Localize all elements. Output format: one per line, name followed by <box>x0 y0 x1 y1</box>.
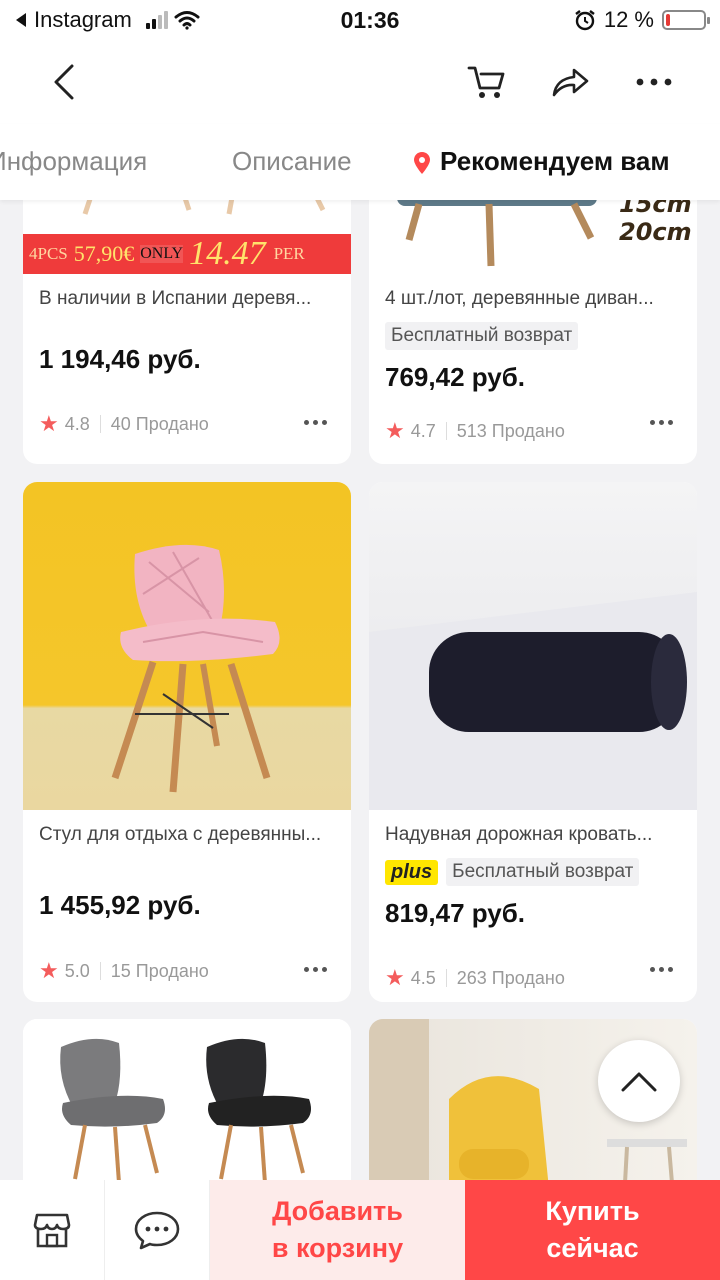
free-return-badge: Бесплатный возврат <box>446 858 640 886</box>
recommendation-grid: 4PCS 57,90€ ONLY 14.47 PER В наличии в И… <box>0 200 720 1180</box>
battery-level <box>666 14 671 26</box>
more-dots-icon[interactable] <box>304 420 327 425</box>
more-dots-icon[interactable] <box>304 967 327 972</box>
star-icon: ★ <box>39 411 59 436</box>
product-meta: ★ 5.0 15 Продано <box>39 958 209 984</box>
product-badges: plus Бесплатный возврат <box>385 858 640 886</box>
banner-only: ONLY <box>140 245 184 263</box>
product-sold: 40 Продано <box>110 413 209 434</box>
bottom-action-bar: Добавить в корзину Купить сейчас <box>0 1180 720 1280</box>
banner-old-price: 57,90€ <box>73 241 135 266</box>
free-return-badge: Бесплатный возврат <box>385 322 579 350</box>
top-nav-bar <box>0 40 720 124</box>
tab-recommend-label: Рекомендуем вам <box>440 146 670 176</box>
plus-badge: plus <box>385 859 439 885</box>
star-icon: ★ <box>39 958 59 983</box>
product-title: 4 шт./лот, деревянные диван... <box>385 288 654 309</box>
product-card[interactable]: 4PCS 57,90€ ONLY 14.47 PER В наличии в И… <box>23 200 351 464</box>
product-card[interactable] <box>23 1019 351 1180</box>
product-meta: ★ 4.8 40 Продано <box>39 411 209 437</box>
size-label: 20cm <box>619 218 692 246</box>
product-image[interactable] <box>23 482 351 810</box>
product-rating: 4.5 <box>410 967 436 988</box>
star-icon: ★ <box>385 418 405 443</box>
battery-icon <box>662 10 710 30</box>
product-title: Надувная дорожная кровать... <box>385 824 653 845</box>
pink-chair-image <box>111 544 280 793</box>
back-app-label[interactable]: Instagram <box>34 7 132 33</box>
status-right: 12 % <box>506 7 710 33</box>
back-triangle-icon[interactable] <box>14 12 28 28</box>
banner-price: 14.47 <box>189 235 266 272</box>
divider <box>445 422 447 440</box>
product-title: В наличии в Испании деревя... <box>39 288 312 309</box>
chat-button[interactable] <box>105 1180 210 1280</box>
product-card[interactable]: Надувная дорожная кровать... plus Беспла… <box>369 482 697 1002</box>
add-to-cart-label-line1: Добавить <box>272 1196 403 1226</box>
more-dots-icon[interactable] <box>650 420 673 425</box>
star-icon: ★ <box>385 965 405 990</box>
cart-icon <box>467 66 505 98</box>
banner-qty: 4PCS <box>29 244 68 263</box>
clock: 01:36 <box>340 6 400 33</box>
add-to-cart-label-line2: в корзину <box>271 1233 404 1263</box>
promo-banner: 4PCS 57,90€ ONLY 14.47 PER <box>23 234 351 274</box>
banner-per: PER <box>273 244 305 263</box>
inflatable-bed-image <box>369 592 697 810</box>
tab-description[interactable]: Описание <box>232 146 352 177</box>
product-badges: Бесплатный возврат <box>385 322 579 350</box>
product-image[interactable]: 4PCS 57,90€ ONLY 14.47 PER <box>23 200 351 274</box>
product-card[interactable]: 8cm 15cm 20cm 4 шт./лот, деревянные дива… <box>369 200 697 464</box>
product-title: Стул для отдыха с деревянны... <box>39 824 322 845</box>
product-image[interactable]: 8cm 15cm 20cm <box>369 200 697 274</box>
product-meta: ★ 4.7 513 Продано <box>385 418 565 444</box>
product-sold: 513 Продано <box>456 420 565 441</box>
add-to-cart-button[interactable]: Добавить в корзину <box>210 1180 465 1280</box>
tab-information[interactable]: Информация <box>0 146 147 177</box>
divider <box>445 969 447 987</box>
store-button[interactable] <box>0 1180 105 1280</box>
product-rating: 4.8 <box>64 413 90 434</box>
size-labels: 8cm 15cm 20cm <box>619 200 692 246</box>
product-image[interactable] <box>23 1019 351 1180</box>
product-sold: 263 Продано <box>456 967 565 988</box>
cellular-signal-icon <box>145 11 168 29</box>
location-pin-icon <box>414 152 430 175</box>
cart-button[interactable] <box>462 58 510 106</box>
section-tabs: Информация Описание Рекомендуем вам <box>0 124 720 200</box>
product-image[interactable] <box>369 482 697 810</box>
more-dots-icon <box>636 78 672 86</box>
more-button[interactable] <box>630 58 678 106</box>
product-meta: ★ 4.5 263 Продано <box>385 965 565 991</box>
tab-recommend[interactable]: Рекомендуем вам <box>414 146 670 177</box>
divider <box>99 415 101 433</box>
chevron-left-icon <box>54 64 74 100</box>
product-card[interactable]: Стул для отдыха с деревянны... 1 455,92 … <box>23 482 351 1002</box>
product-rating: 5.0 <box>64 960 90 981</box>
wifi-icon <box>174 11 200 30</box>
back-to-top-button[interactable] <box>598 1040 680 1122</box>
status-bar: Instagram 01:36 12 % <box>0 0 720 40</box>
chat-icon <box>134 1211 180 1250</box>
buy-now-button[interactable]: Купить сейчас <box>465 1180 720 1280</box>
back-button[interactable] <box>40 58 88 106</box>
product-sold: 15 Продано <box>110 960 209 981</box>
chairs-pair-image <box>60 1038 311 1180</box>
battery-percent: 12 % <box>603 7 654 32</box>
product-price: 769,42 руб. <box>385 362 526 392</box>
more-dots-icon[interactable] <box>650 967 673 972</box>
product-rating: 4.7 <box>410 420 436 441</box>
divider <box>99 962 101 980</box>
alarm-clock-icon <box>575 10 595 31</box>
share-button[interactable] <box>546 58 594 106</box>
product-price: 1 455,92 руб. <box>39 890 201 920</box>
chevron-up-icon <box>621 1072 657 1092</box>
size-label: 15cm <box>619 200 692 218</box>
product-price: 1 194,46 руб. <box>39 344 201 374</box>
buy-now-label-line1: Купить <box>545 1196 640 1226</box>
store-icon <box>33 1213 71 1248</box>
buy-now-label-line2: сейчас <box>546 1233 639 1263</box>
product-price: 819,47 руб. <box>385 898 526 928</box>
share-icon <box>552 68 589 97</box>
